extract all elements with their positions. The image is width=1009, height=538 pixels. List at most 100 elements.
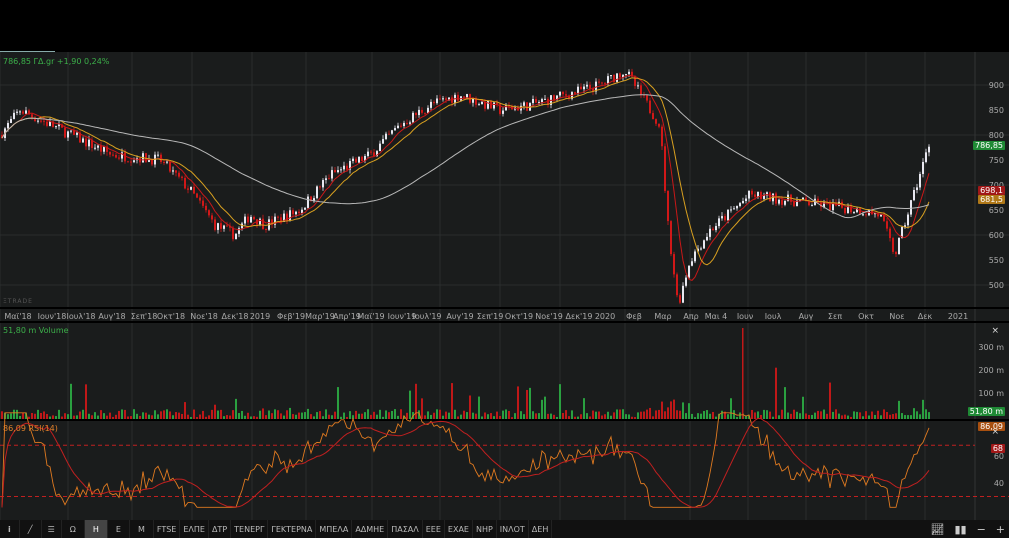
candle-body <box>277 216 279 218</box>
volume-bar <box>535 413 537 419</box>
candle-body <box>394 128 396 131</box>
candle-body <box>235 233 237 240</box>
symbol-button[interactable]: ΤΕΝΕΡΓ <box>231 520 269 538</box>
symbol-button[interactable]: FTSE <box>154 520 181 538</box>
volume-bar <box>376 414 378 419</box>
volume-bar <box>499 415 501 419</box>
candle-body <box>481 101 483 105</box>
candle-body <box>265 229 267 231</box>
symbol-button[interactable]: ΝΗΡ <box>473 520 497 538</box>
candle-body <box>640 85 642 95</box>
candle-body <box>205 205 207 211</box>
volume-bar <box>598 411 600 419</box>
volume-bar <box>865 411 867 419</box>
volume-bar <box>136 413 138 419</box>
candle-body <box>607 76 609 84</box>
candle-body <box>115 155 117 158</box>
volume-bar <box>91 415 93 419</box>
volume-bar <box>187 414 189 419</box>
candle-body <box>172 170 174 172</box>
volume-bar <box>826 413 828 419</box>
symbol-button[interactable]: ΜΠΕΛΑ <box>316 520 353 538</box>
date-tick: Ιουν <box>737 312 754 321</box>
chart-area[interactable]: 900850800750700650600550500Μαϊ'18Ιουν'18… <box>0 52 1009 520</box>
candle-body <box>676 274 678 296</box>
symbol-button[interactable]: Ε <box>108 520 130 538</box>
volume-bar <box>46 414 48 419</box>
candle-body <box>712 228 714 231</box>
candle-body <box>409 122 411 124</box>
volume-bar <box>511 417 513 419</box>
volume-bar <box>88 413 90 419</box>
volume-bar <box>490 413 492 419</box>
candle-body <box>502 110 504 114</box>
volume-bar <box>316 412 318 419</box>
candle-body <box>739 203 741 207</box>
candle-body <box>397 125 399 129</box>
symbol-button[interactable]: Μ <box>130 520 154 538</box>
symbol-button[interactable]: ΕΛΠΕ <box>180 520 209 538</box>
zoom-out-button[interactable]: − <box>977 523 986 536</box>
volume-bar <box>103 413 105 419</box>
volume-bar <box>76 415 78 419</box>
volume-bar <box>550 413 552 419</box>
symbol-button[interactable]: ΔΤΡ <box>209 520 232 538</box>
candle-body <box>586 84 588 87</box>
volume-bar <box>517 386 519 419</box>
zoom-in-button[interactable]: + <box>996 523 1005 536</box>
volume-bar <box>259 410 261 419</box>
volume-bar <box>190 416 192 419</box>
volume-bar <box>841 415 843 419</box>
symbol-button[interactable]: Ω <box>62 520 85 538</box>
close-rsi-icon[interactable]: × <box>991 427 999 437</box>
symbol-button[interactable]: ΠΑΣΑΛ <box>388 520 423 538</box>
symbol-button[interactable]: ΓΕΚΤΕΡΝΑ <box>268 520 317 538</box>
candle-body <box>184 177 186 189</box>
volume-bar <box>226 415 228 419</box>
symbol-button[interactable]: ΑΔΜΗΕ <box>352 520 389 538</box>
volume-bar <box>646 409 648 419</box>
volume-bar <box>106 415 108 419</box>
date-tick: Ιουλ'18 <box>67 312 96 321</box>
volume-bar <box>112 416 114 419</box>
chart-type-icon[interactable]: 📈︎ <box>930 523 944 536</box>
volume-bar <box>373 411 375 419</box>
volume-bar <box>811 414 813 419</box>
volume-bar <box>589 416 591 419</box>
close-volume-icon[interactable]: × <box>991 326 999 336</box>
volume-bar <box>844 414 846 419</box>
symbol-button[interactable]: ΕΧΑΕ <box>445 520 473 538</box>
draw-line-icon[interactable]: ╱ <box>20 520 42 538</box>
symbol-button[interactable]: Η <box>84 520 108 538</box>
layout-icon[interactable]: ☰ <box>42 520 62 538</box>
chart-canvas[interactable]: 900850800750700650600550500Μαϊ'18Ιουν'18… <box>0 52 1009 520</box>
candle-body <box>304 207 306 210</box>
candle-body <box>652 113 654 120</box>
bar-chart-icon[interactable]: ▮▮ <box>954 523 966 536</box>
volume-bar <box>349 411 351 419</box>
info-icon[interactable]: i <box>0 520 20 538</box>
symbol-button[interactable]: ΔΕΗ <box>529 520 553 538</box>
symbol-button[interactable]: ΙΝΛΟΤ <box>497 520 529 538</box>
price-tick: 900 <box>989 81 1004 90</box>
symbol-button[interactable]: ΕΕΕ <box>423 520 445 538</box>
volume-label: 51,80 m Volume <box>3 326 69 335</box>
volume-bar <box>22 412 24 419</box>
volume-bar <box>610 415 612 419</box>
volume-bar <box>166 409 168 419</box>
top-bar <box>0 0 1009 51</box>
volume-bar <box>652 416 654 419</box>
volume-bar <box>625 414 627 419</box>
date-tick: Οκτ'19 <box>505 312 533 321</box>
volume-bar <box>271 413 273 419</box>
volume-bar <box>466 412 468 419</box>
date-tick: Μαρ'19 <box>305 312 335 321</box>
volume-bar <box>829 382 831 419</box>
ma-grey-line <box>1 94 930 219</box>
volume-bar <box>454 409 456 419</box>
volume-bar <box>859 412 861 419</box>
volume-bar <box>574 416 576 419</box>
rsi-signal-line <box>1 417 930 508</box>
candle-body <box>442 98 444 100</box>
candle-body <box>130 161 132 163</box>
